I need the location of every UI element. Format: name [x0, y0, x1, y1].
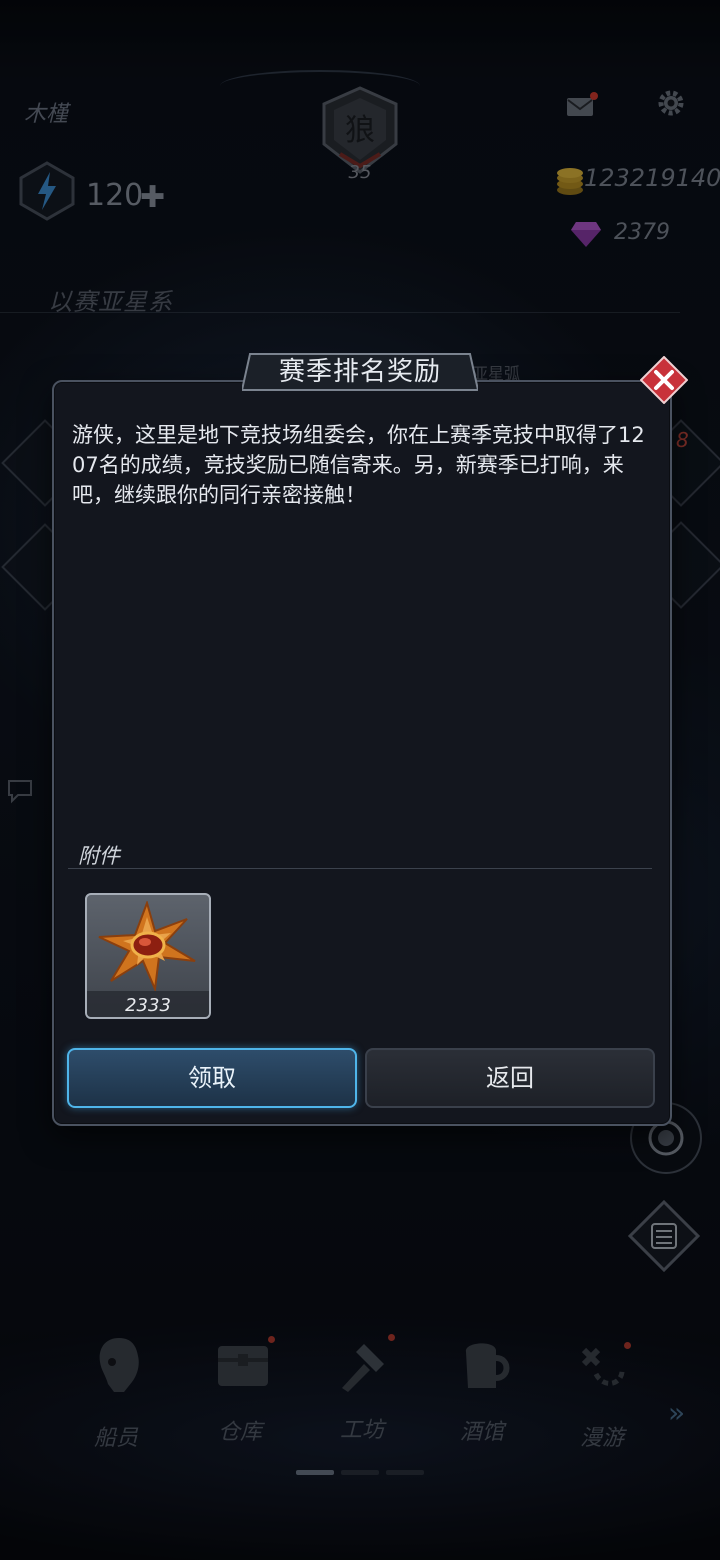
attachments-label: 附件 — [78, 844, 120, 868]
attachment-count: 2333 — [125, 995, 171, 1016]
back-button[interactable]: 返回 — [365, 1048, 655, 1108]
dialog-title: 赛季排名奖励 — [278, 357, 441, 387]
attachments-divider — [68, 868, 652, 869]
claim-button[interactable]: 领取 — [67, 1048, 357, 1108]
close-icon[interactable] — [640, 356, 688, 404]
attachment-item[interactable]: 2333 — [85, 893, 211, 1019]
medal-icon — [98, 901, 196, 991]
mail-message: 游侠，这里是地下竞技场组委会，你在上赛季竞技中取得了1207名的成绩，竞技奖励已… — [72, 423, 645, 507]
